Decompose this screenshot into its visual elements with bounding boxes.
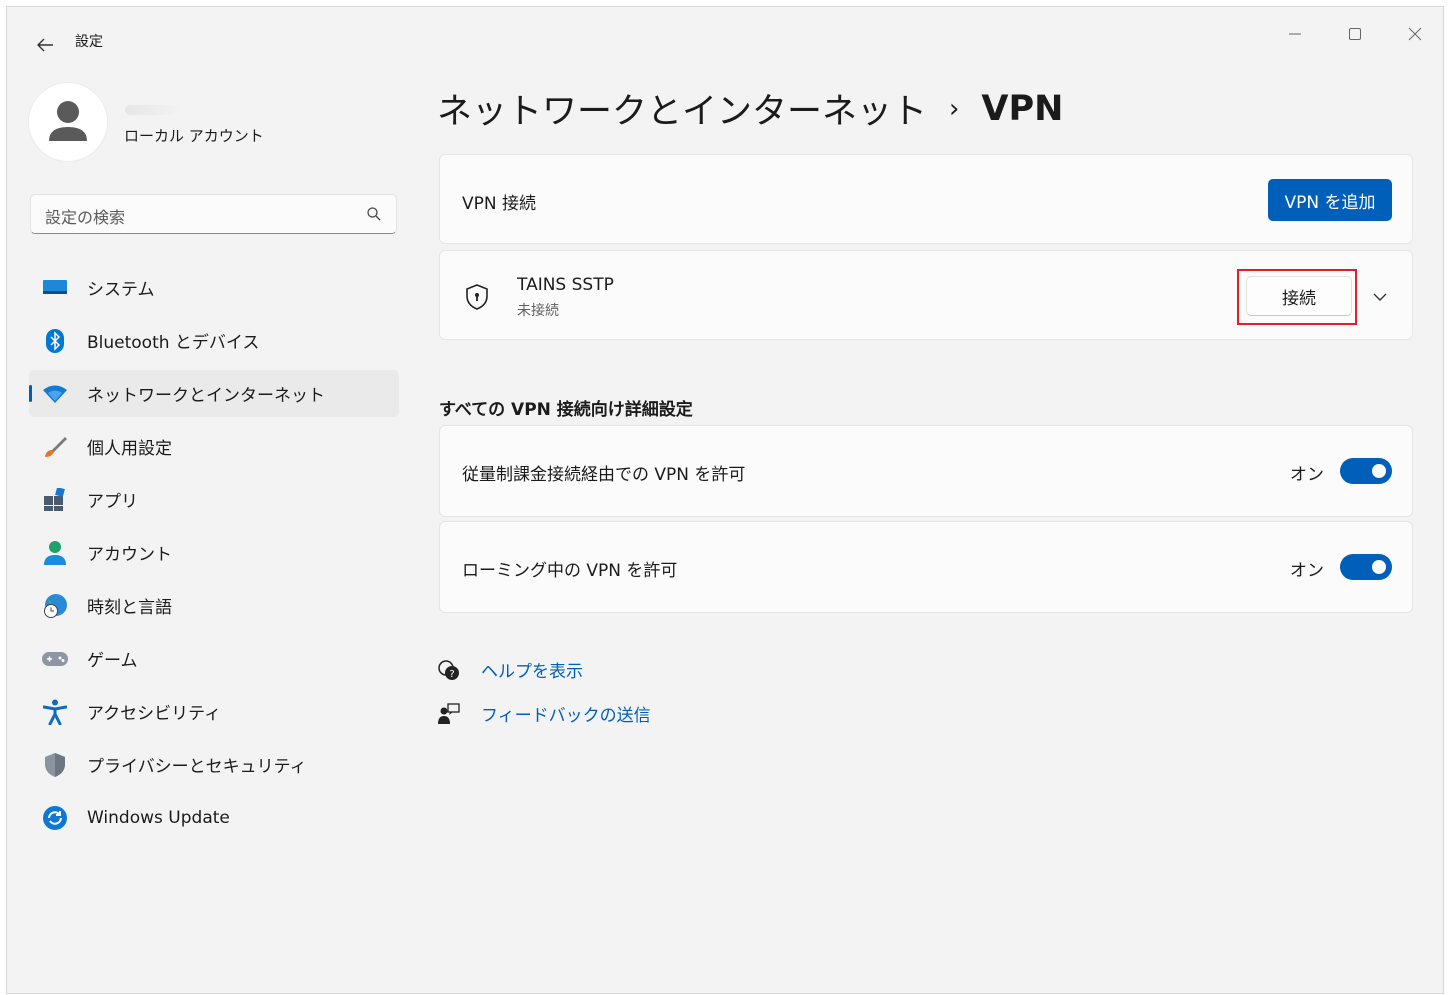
vpn-shield-icon: [464, 283, 490, 311]
sidebar-item-label: 時刻と言語: [87, 598, 172, 618]
sidebar-item-system[interactable]: システム: [29, 264, 399, 311]
sidebar-item-windows-update[interactable]: Windows Update: [29, 794, 399, 841]
avatar[interactable]: [29, 83, 107, 161]
sidebar-item-gaming[interactable]: ゲーム: [29, 635, 399, 682]
sidebar-item-time-language[interactable]: 時刻と言語: [29, 582, 399, 629]
advanced-settings-title: すべての VPN 接続向け詳細設定: [439, 400, 693, 420]
sidebar-item-label: ゲーム: [87, 651, 138, 671]
globe-clock-icon: [41, 592, 69, 620]
help-link-row[interactable]: ? ヘルプを表示: [437, 657, 583, 682]
help-link[interactable]: ヘルプを表示: [481, 657, 583, 682]
active-indicator: [29, 385, 32, 402]
toggle-state-label: オン: [1290, 465, 1324, 485]
update-icon: [41, 804, 69, 832]
settings-window: 設定 ローカル アカウント 設定の検索 システム Bluetooth とデバイス…: [6, 6, 1444, 994]
sidebar-item-label: アプリ: [87, 492, 138, 512]
sidebar-item-label: ネットワークとインターネット: [87, 386, 325, 406]
sidebar-item-label: プライバシーとセキュリティ: [87, 757, 307, 777]
sidebar-item-bluetooth[interactable]: Bluetooth とデバイス: [29, 317, 399, 364]
feedback-link-row[interactable]: フィードバックの送信: [437, 701, 651, 726]
toggle-state-label: オン: [1290, 561, 1324, 581]
breadcrumb-separator: ›: [949, 93, 960, 124]
close-button[interactable]: [1395, 19, 1435, 49]
apps-icon: [41, 486, 69, 514]
toggle-knob: [1372, 560, 1386, 574]
shield-icon: [41, 751, 69, 779]
brush-icon: [41, 433, 69, 461]
maximize-button[interactable]: [1335, 19, 1375, 49]
accessibility-icon: [41, 698, 69, 726]
breadcrumb: ネットワークとインターネット › VPN: [437, 83, 1063, 134]
sidebar-item-label: 個人用設定: [87, 439, 172, 459]
sidebar-item-accounts[interactable]: アカウント: [29, 529, 399, 576]
wifi-icon: [41, 380, 69, 408]
setting-label: ローミング中の VPN を許可: [462, 561, 678, 581]
system-icon: [41, 274, 69, 302]
sidebar-item-personalization[interactable]: 個人用設定: [29, 423, 399, 470]
roaming-vpn-setting: ローミング中の VPN を許可 オン: [439, 521, 1413, 613]
setting-label: 従量制課金接続経由での VPN を許可: [462, 465, 746, 485]
user-name-redacted: [125, 105, 181, 115]
svg-text:?: ?: [449, 669, 454, 680]
person-icon: [41, 539, 69, 567]
feedback-icon: [437, 702, 461, 726]
toggle-knob: [1372, 464, 1386, 478]
search-icon: [366, 206, 382, 222]
sidebar-item-privacy-security[interactable]: プライバシーとセキュリティ: [29, 741, 399, 788]
vpn-connections-card: VPN 接続 VPN を追加: [439, 154, 1413, 244]
sidebar-item-label: Bluetooth とデバイス: [87, 333, 260, 353]
breadcrumb-parent[interactable]: ネットワークとインターネット: [437, 83, 927, 134]
app-title: 設定: [75, 34, 103, 50]
add-vpn-button[interactable]: VPN を追加: [1268, 179, 1392, 221]
page-title: VPN: [981, 88, 1064, 129]
metered-vpn-setting: 従量制課金接続経由での VPN を許可 オン: [439, 425, 1413, 517]
connect-button[interactable]: 接続: [1246, 276, 1352, 316]
sidebar-item-label: アクセシビリティ: [87, 704, 222, 724]
metered-vpn-toggle[interactable]: [1340, 458, 1392, 484]
search-input[interactable]: 設定の検索: [30, 194, 397, 234]
roaming-vpn-toggle[interactable]: [1340, 554, 1392, 580]
minimize-button[interactable]: [1275, 19, 1315, 49]
feedback-link[interactable]: フィードバックの送信: [481, 701, 651, 726]
gamepad-icon: [41, 645, 69, 673]
search-placeholder: 設定の検索: [45, 208, 126, 227]
sidebar-item-label: システム: [87, 280, 155, 300]
sidebar-item-label: アカウント: [87, 545, 172, 565]
vpn-connections-label: VPN 接続: [462, 194, 537, 214]
vpn-connection-name: TAINS SSTP: [517, 275, 614, 295]
vpn-connection-item[interactable]: TAINS SSTP 未接続 接続: [439, 250, 1413, 340]
bluetooth-icon: [41, 327, 69, 355]
vpn-connection-status: 未接続: [517, 303, 559, 319]
chevron-down-icon[interactable]: [1370, 287, 1390, 307]
account-type: ローカル アカウント: [124, 127, 264, 145]
sidebar-item-accessibility[interactable]: アクセシビリティ: [29, 688, 399, 735]
help-icon: ?: [437, 658, 461, 682]
sidebar-item-network[interactable]: ネットワークとインターネット: [29, 370, 399, 417]
sidebar-item-label: Windows Update: [87, 807, 230, 828]
sidebar-item-apps[interactable]: アプリ: [29, 476, 399, 523]
sidebar-nav: システム Bluetooth とデバイス ネットワークとインターネット 個人用設…: [29, 264, 399, 847]
back-arrow-icon[interactable]: [31, 33, 59, 57]
